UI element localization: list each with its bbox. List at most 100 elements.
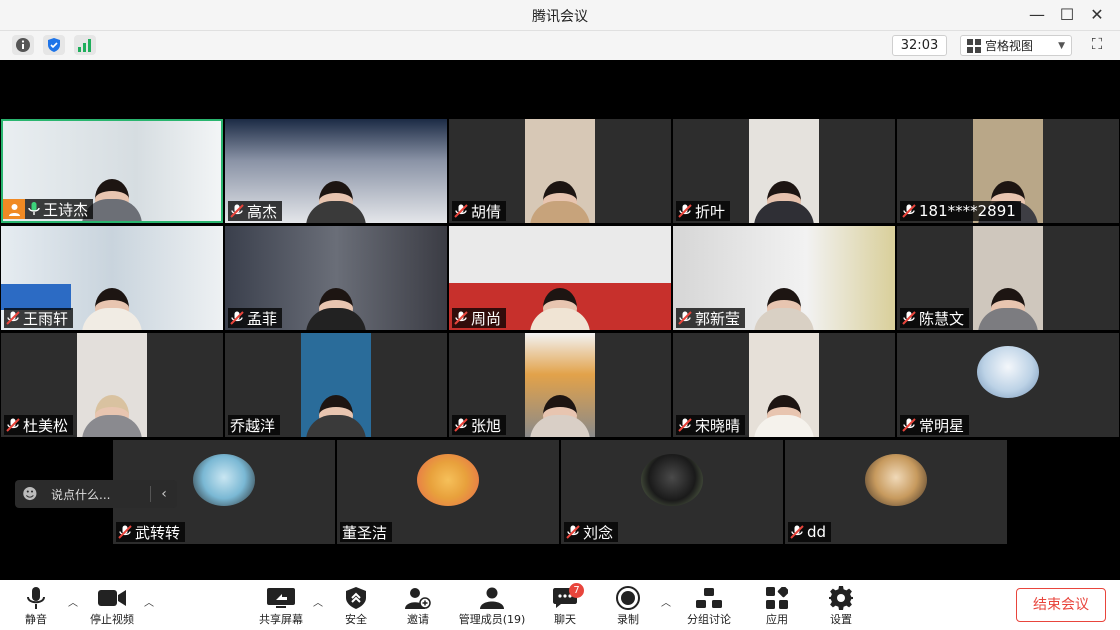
video-tile[interactable]: 周尚 [449,226,671,330]
view-mode-select[interactable]: 宫格视图 ▼ [960,35,1072,56]
mic-muted-icon [118,525,132,539]
participant-name-tag: 胡倩 [452,201,507,221]
participant-name-tag: 董圣洁 [340,522,393,542]
video-tile[interactable]: 常明星 [897,333,1119,437]
participant-name-tag: 陈慧文 [900,308,970,328]
chevron-down-icon: ▼ [1058,40,1065,51]
participant-name-tag: 郭新莹 [676,308,746,328]
share-screen-icon [267,588,295,608]
video-tile[interactable]: 乔越洋 [225,333,447,437]
avatar [641,454,703,506]
fullscreen-icon[interactable]: ⛶ [1086,35,1108,56]
video-tile[interactable]: 郭新莹 [673,226,895,330]
signal-icon[interactable] [74,35,96,55]
avatar [417,454,479,506]
video-tile[interactable]: 王诗杰 [1,119,223,223]
participant-name-tag: 常明星 [900,415,970,435]
participant-name-tag: 乔越洋 [228,415,281,435]
participant-name: 王诗杰 [43,200,89,219]
participant-name: 董圣洁 [342,523,388,542]
mic-muted-icon [454,204,468,218]
shield-icon[interactable] [43,35,65,55]
mic-muted-icon [454,418,468,432]
end-meeting-button[interactable]: 结束会议 [1016,588,1106,622]
stop-video-button[interactable]: 停止视频 [84,586,140,628]
participant-name-tag: 杜美松 [4,415,74,435]
video-tile[interactable]: 刘念 [561,440,783,544]
view-mode-label: 宫格视图 [985,39,1034,53]
mic-muted-icon [6,311,20,325]
participant-name-tag: dd [788,522,832,542]
participant-name: 孟菲 [247,309,278,328]
grid-icon [967,38,981,53]
participant-name: 胡倩 [471,202,502,221]
video-grid: 王诗杰 高杰 胡倩 折叶 181****2891 王雨轩 孟菲 周尚 郭新莹 陈… [0,60,1120,580]
security-button[interactable]: 安全 [340,586,372,628]
participant-name: 武转转 [135,523,181,542]
record-options-chevron-icon[interactable]: ︿ [661,594,671,609]
participant-name: 郭新莹 [695,309,741,328]
shield-icon [346,587,366,609]
share-options-chevron-icon[interactable]: ︿ [313,594,323,609]
video-tile[interactable]: 孟菲 [225,226,447,330]
mute-button[interactable]: 静音 [20,586,52,628]
avatar [193,454,255,506]
breakout-rooms-button[interactable]: 分组讨论 [682,586,736,628]
mic-muted-icon [678,311,692,325]
video-tile[interactable]: 陈慧文 [897,226,1119,330]
participant-name-tag: 刘念 [564,522,619,542]
close-icon[interactable]: ✕ [1086,4,1108,26]
participant-name: 王雨轩 [23,309,69,328]
participant-name-tag: 孟菲 [228,308,283,328]
chat-quick-input[interactable]: ☻ 说点什么... ‹ [15,480,177,508]
chat-placeholder: 说点什么... [51,487,111,502]
chat-unread-badge: 7 [569,583,584,598]
maximize-icon[interactable]: ☐ [1056,4,1078,26]
host-icon [3,199,25,219]
mute-options-chevron-icon[interactable]: ︿ [68,594,78,609]
meeting-toolbar: 32:03 宫格视图 ▼ ⛶ [0,31,1120,60]
minimize-icon[interactable]: — [1026,4,1048,26]
video-tile[interactable]: 杜美松 [1,333,223,437]
participant-name: dd [807,523,827,541]
participant-name: 常明星 [919,416,965,435]
participant-name-tag: 宋晓晴 [676,415,746,435]
video-tile[interactable]: dd [785,440,1007,544]
mic-muted-icon [566,525,580,539]
participant-name-tag: 武转转 [116,522,186,542]
record-icon [616,586,640,610]
participant-name: 周尚 [471,309,502,328]
record-button[interactable]: 录制 [612,586,644,628]
info-icon[interactable] [12,35,34,55]
video-options-chevron-icon[interactable]: ︿ [144,594,154,609]
participant-name-tag: 折叶 [676,201,731,221]
emoji-icon[interactable]: ☻ [15,485,45,503]
invite-button[interactable]: 邀请 [402,586,434,628]
video-tile[interactable]: 折叶 [673,119,895,223]
mic-muted-icon [6,418,20,432]
apps-button[interactable]: 应用 [761,586,793,628]
settings-button[interactable]: 设置 [825,586,857,628]
participant-name-tag: 高杰 [228,201,283,221]
video-tile[interactable]: 王雨轩 [1,226,223,330]
share-screen-button[interactable]: 共享屏幕 [255,586,307,628]
mic-on-icon [28,202,40,215]
mic-muted-icon [678,204,692,218]
participant-name: 181****2891 [919,202,1016,220]
video-tile[interactable]: 胡倩 [449,119,671,223]
control-bar: 静音 ︿ 停止视频 ︿ 共享屏幕 ︿ 安全 邀请 管理成员(19) 7 聊天 录… [0,580,1120,630]
collapse-chevron-icon[interactable]: ‹ [151,486,177,502]
avatar [977,346,1039,398]
video-tile[interactable]: 高杰 [225,119,447,223]
video-tile[interactable]: 181****2891 [897,119,1119,223]
manage-members-button[interactable]: 管理成员(19) [452,586,532,628]
video-tile[interactable]: 董圣洁 [337,440,559,544]
apps-icon [766,587,788,609]
participant-name: 折叶 [695,202,726,221]
video-tile[interactable]: 张旭 [449,333,671,437]
participant-name: 乔越洋 [230,416,276,435]
members-icon [480,587,504,609]
chat-button[interactable]: 7 聊天 [550,583,584,628]
participant-name-tag: 王雨轩 [4,308,74,328]
video-tile[interactable]: 宋晓晴 [673,333,895,437]
